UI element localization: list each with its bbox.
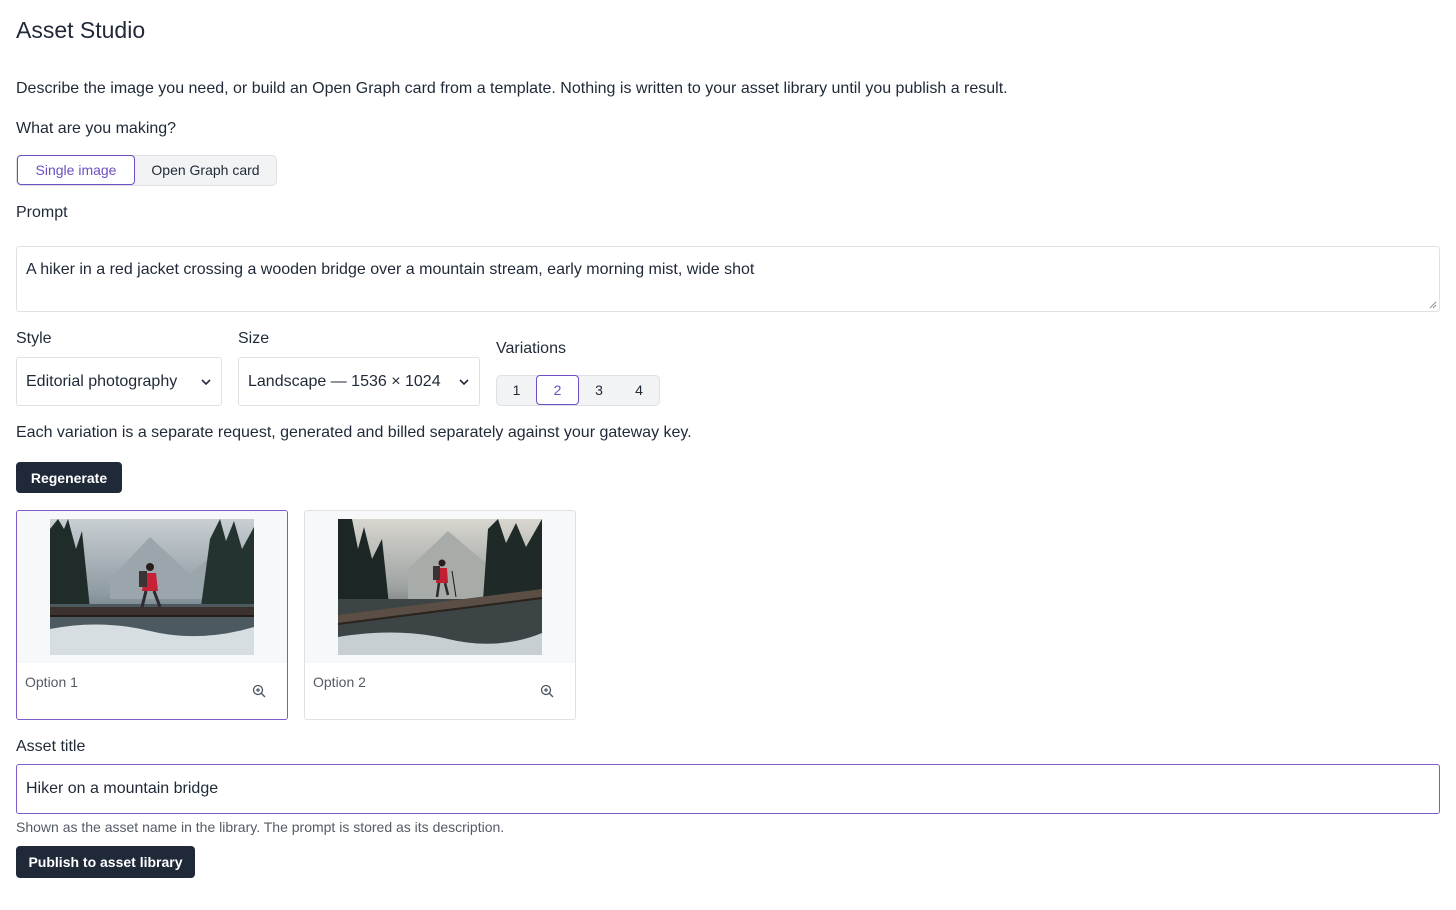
zoom-in-icon[interactable] [540, 684, 554, 698]
variations-hint: Each variation is a separate request, ge… [16, 424, 692, 441]
chevron-down-icon [201, 378, 211, 385]
asset-studio-page: Asset Studio Describe the image you need… [0, 0, 1456, 910]
result-label: Option 1 [25, 674, 78, 690]
result-card[interactable]: Option 2 [304, 510, 576, 720]
size-select-value: Landscape — 1536 × 1024 [248, 372, 441, 390]
intro-text: Describe the image you need, or build an… [16, 80, 1008, 97]
result-image [50, 519, 254, 655]
size-select[interactable]: Landscape — 1536 × 1024 [238, 357, 480, 406]
variations-option-2[interactable]: 2 [536, 375, 579, 405]
result-thumbnail-area [17, 511, 287, 663]
asset-title-value: Hiker on a mountain bridge [26, 780, 219, 797]
variations-option-4[interactable]: 4 [619, 375, 659, 405]
variations-segmented-control: 1 2 3 4 [496, 375, 660, 406]
prompt-textarea[interactable]: A hiker in a red jacket crossing a woode… [16, 246, 1440, 312]
style-select[interactable]: Editorial photography [16, 357, 222, 406]
mode-segmented-control: Single image Open Graph card [16, 155, 277, 186]
resize-grip-icon[interactable] [1429, 301, 1437, 309]
mode-open-graph-card-button[interactable]: Open Graph card [135, 155, 276, 185]
asset-title-input[interactable]: Hiker on a mountain bridge [16, 764, 1440, 814]
variations-option-1[interactable]: 1 [497, 375, 536, 405]
result-card[interactable]: Option 1 [16, 510, 288, 720]
prompt-value: A hiker in a red jacket crossing a woode… [26, 261, 755, 278]
variations-label: Variations [496, 340, 566, 357]
result-label: Option 2 [313, 674, 366, 690]
style-select-value: Editorial photography [26, 372, 178, 390]
size-label: Size [238, 330, 270, 347]
chevron-down-icon [459, 378, 469, 385]
asset-title-label: Asset title [16, 738, 86, 755]
mode-single-image-button[interactable]: Single image [17, 155, 135, 185]
variations-option-3[interactable]: 3 [579, 375, 619, 405]
zoom-in-icon[interactable] [252, 684, 266, 698]
result-image [338, 519, 542, 655]
result-thumbnail-area [305, 511, 575, 663]
asset-title-help: Shown as the asset name in the library. … [16, 819, 505, 835]
prompt-label: Prompt [16, 204, 68, 221]
page-title: Asset Studio [16, 17, 146, 43]
publish-button[interactable]: Publish to asset library [16, 846, 195, 878]
regenerate-button[interactable]: Regenerate [16, 462, 122, 493]
mode-label: What are you making? [16, 120, 177, 137]
style-label: Style [16, 330, 52, 347]
